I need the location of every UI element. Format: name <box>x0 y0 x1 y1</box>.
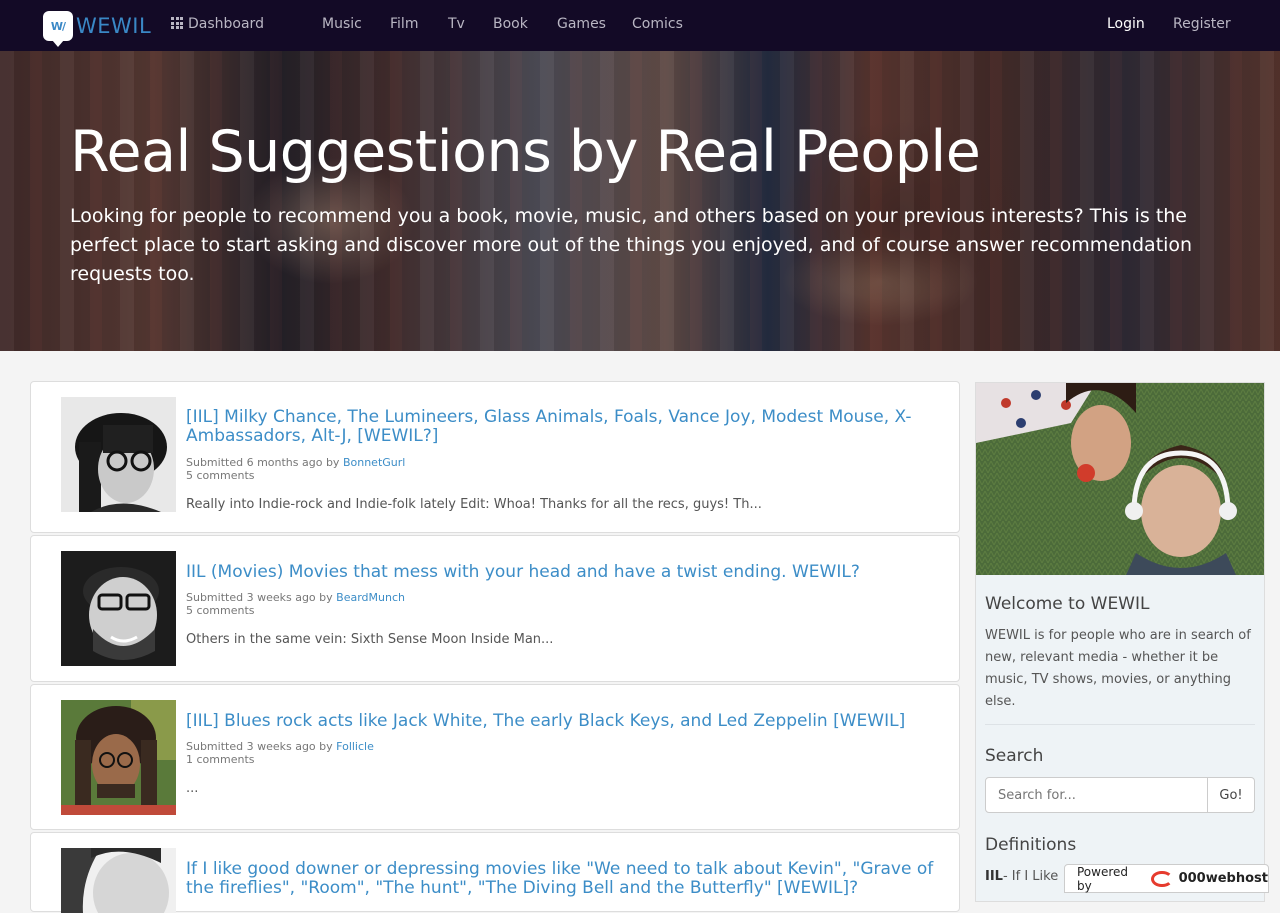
search-go-button[interactable]: Go! <box>1208 777 1255 813</box>
post-title-link[interactable]: If I like good downer or depressing movi… <box>186 860 936 898</box>
post-excerpt: Really into Indie-rock and Indie-folk la… <box>186 497 762 512</box>
post-submitted: Submitted 3 weeks ago by <box>186 591 337 604</box>
login-link[interactable]: Login <box>1107 16 1145 32</box>
nav-film[interactable]: Film <box>390 16 418 32</box>
welcome-text: WEWIL is for people who are in search of… <box>985 628 1251 709</box>
webhost-logo-icon <box>1151 870 1173 887</box>
post-card: [IIL] Blues rock acts like Jack White, T… <box>30 684 960 830</box>
sidebar-image <box>976 383 1264 575</box>
nav-tv[interactable]: Tv <box>448 16 465 32</box>
hero-banner: Real Suggestions by Real People Looking … <box>0 51 1280 351</box>
post-card: If I like good downer or depressing movi… <box>30 832 960 913</box>
post-avatar[interactable] <box>61 397 176 512</box>
definition-item: IIL- If I Like <box>985 869 1058 884</box>
post-title-link[interactable]: [IIL] Milky Chance, The Lumineers, Glass… <box>186 408 936 446</box>
hero-subtitle: Looking for people to recommend you a bo… <box>70 205 1193 285</box>
nav-comics[interactable]: Comics <box>632 16 683 32</box>
search-input[interactable] <box>985 777 1208 813</box>
welcome-title: Welcome to WEWIL <box>985 594 1150 614</box>
post-title-link[interactable]: IIL (Movies) Movies that mess with your … <box>186 563 936 582</box>
logo-text: WEWIL <box>76 14 152 38</box>
logo-icon: W/ <box>43 11 73 47</box>
powered-by-label: Powered by <box>1077 864 1129 893</box>
divider <box>985 724 1255 725</box>
nav-music[interactable]: Music <box>322 16 362 32</box>
search-title: Search <box>985 746 1044 766</box>
search-group: Go! <box>985 777 1255 813</box>
post-meta: Submitted 3 weeks ago by Follicle <box>186 740 374 753</box>
sidebar: Welcome to WEWIL WEWIL is for people who… <box>975 382 1265 902</box>
post-comments-link[interactable]: 5 comments <box>186 604 255 617</box>
post-user-link[interactable]: BeardMunch <box>336 591 405 604</box>
post-meta: Submitted 3 weeks ago by BeardMunch <box>186 591 405 604</box>
powered-by-badge[interactable]: Powered by 000webhost <box>1064 864 1269 893</box>
grid-icon <box>171 17 183 29</box>
post-card: [IIL] Milky Chance, The Lumineers, Glass… <box>30 381 960 533</box>
post-comments-link[interactable]: 5 comments <box>186 469 255 482</box>
webhost-brand: 000webhost <box>1178 871 1268 886</box>
nav-dashboard[interactable]: Dashboard <box>171 16 264 32</box>
post-comments-link[interactable]: 1 comments <box>186 753 255 766</box>
hero-title: Real Suggestions by Real People <box>70 119 981 185</box>
nav-games[interactable]: Games <box>557 16 606 32</box>
post-excerpt: ... <box>186 781 199 796</box>
post-user-link[interactable]: Follicle <box>336 740 374 753</box>
post-submitted: Submitted 6 months ago by <box>186 456 343 469</box>
post-submitted: Submitted 3 weeks ago by <box>186 740 337 753</box>
post-title-link[interactable]: [IIL] Blues rock acts like Jack White, T… <box>186 712 936 731</box>
post-meta: Submitted 6 months ago by BonnetGurl <box>186 456 405 469</box>
post-avatar[interactable] <box>61 848 176 913</box>
definition-term: IIL <box>985 869 1003 884</box>
nav-dashboard-label: Dashboard <box>188 16 264 32</box>
site-logo[interactable]: W/ WEWIL <box>43 11 152 47</box>
post-avatar[interactable] <box>61 700 176 815</box>
top-navbar: W/ WEWIL Dashboard Music Film Tv Book Ga… <box>0 0 1280 51</box>
register-link[interactable]: Register <box>1173 16 1231 32</box>
nav-book[interactable]: Book <box>493 16 528 32</box>
post-card: IIL (Movies) Movies that mess with your … <box>30 535 960 682</box>
definitions-title: Definitions <box>985 835 1077 855</box>
post-avatar[interactable] <box>61 551 176 666</box>
post-user-link[interactable]: BonnetGurl <box>343 456 405 469</box>
definition-text: - If I Like <box>1002 869 1059 884</box>
post-excerpt: Others in the same vein: Sixth Sense Moo… <box>186 632 554 647</box>
